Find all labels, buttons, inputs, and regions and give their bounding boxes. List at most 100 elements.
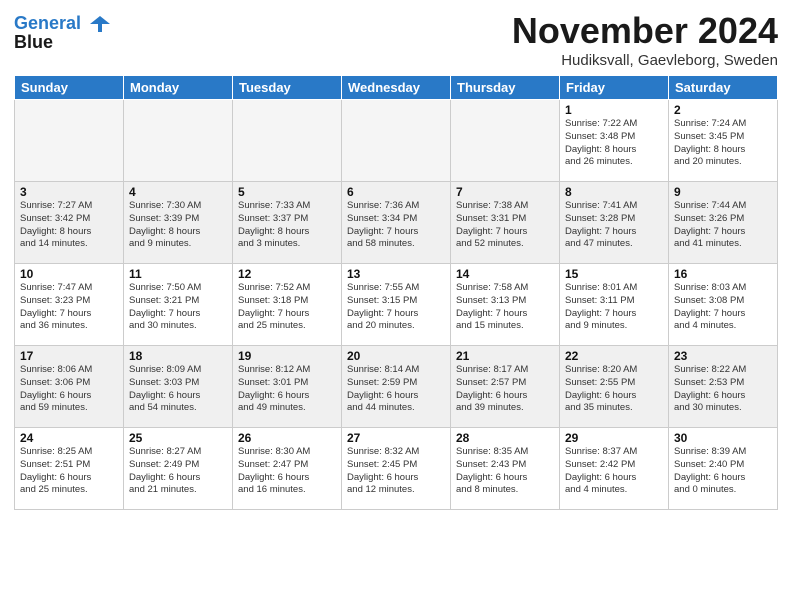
calendar-cell: 28Sunrise: 8:35 AM Sunset: 2:43 PM Dayli…	[451, 428, 560, 510]
col-thursday: Thursday	[451, 76, 560, 100]
calendar-cell: 14Sunrise: 7:58 AM Sunset: 3:13 PM Dayli…	[451, 264, 560, 346]
day-number: 26	[238, 431, 336, 445]
col-sunday: Sunday	[15, 76, 124, 100]
calendar-cell: 17Sunrise: 8:06 AM Sunset: 3:06 PM Dayli…	[15, 346, 124, 428]
logo: General Blue	[14, 14, 110, 53]
cell-daylight-info: Sunrise: 7:52 AM Sunset: 3:18 PM Dayligh…	[238, 282, 336, 333]
day-number: 7	[456, 185, 554, 199]
day-number: 8	[565, 185, 663, 199]
logo-bird-icon	[88, 14, 110, 34]
cell-daylight-info: Sunrise: 8:06 AM Sunset: 3:06 PM Dayligh…	[20, 364, 118, 415]
cell-daylight-info: Sunrise: 7:58 AM Sunset: 3:13 PM Dayligh…	[456, 282, 554, 333]
calendar-cell: 5Sunrise: 7:33 AM Sunset: 3:37 PM Daylig…	[233, 182, 342, 264]
calendar-cell: 29Sunrise: 8:37 AM Sunset: 2:42 PM Dayli…	[560, 428, 669, 510]
day-number: 23	[674, 349, 772, 363]
calendar-cell: 23Sunrise: 8:22 AM Sunset: 2:53 PM Dayli…	[669, 346, 778, 428]
calendar-cell: 8Sunrise: 7:41 AM Sunset: 3:28 PM Daylig…	[560, 182, 669, 264]
calendar-cell: 12Sunrise: 7:52 AM Sunset: 3:18 PM Dayli…	[233, 264, 342, 346]
day-number: 3	[20, 185, 118, 199]
calendar-cell: 3Sunrise: 7:27 AM Sunset: 3:42 PM Daylig…	[15, 182, 124, 264]
cell-daylight-info: Sunrise: 7:41 AM Sunset: 3:28 PM Dayligh…	[565, 200, 663, 251]
cell-daylight-info: Sunrise: 7:33 AM Sunset: 3:37 PM Dayligh…	[238, 200, 336, 251]
col-monday: Monday	[124, 76, 233, 100]
calendar-cell: 27Sunrise: 8:32 AM Sunset: 2:45 PM Dayli…	[342, 428, 451, 510]
cell-daylight-info: Sunrise: 7:22 AM Sunset: 3:48 PM Dayligh…	[565, 118, 663, 169]
calendar-table: Sunday Monday Tuesday Wednesday Thursday…	[14, 75, 778, 510]
day-number: 9	[674, 185, 772, 199]
cell-daylight-info: Sunrise: 8:22 AM Sunset: 2:53 PM Dayligh…	[674, 364, 772, 415]
day-number: 13	[347, 267, 445, 281]
cell-daylight-info: Sunrise: 8:14 AM Sunset: 2:59 PM Dayligh…	[347, 364, 445, 415]
cell-daylight-info: Sunrise: 8:25 AM Sunset: 2:51 PM Dayligh…	[20, 446, 118, 497]
cell-daylight-info: Sunrise: 7:38 AM Sunset: 3:31 PM Dayligh…	[456, 200, 554, 251]
calendar-cell: 16Sunrise: 8:03 AM Sunset: 3:08 PM Dayli…	[669, 264, 778, 346]
calendar-cell: 13Sunrise: 7:55 AM Sunset: 3:15 PM Dayli…	[342, 264, 451, 346]
day-number: 22	[565, 349, 663, 363]
calendar-cell	[15, 100, 124, 182]
day-number: 5	[238, 185, 336, 199]
calendar-week-3: 17Sunrise: 8:06 AM Sunset: 3:06 PM Dayli…	[15, 346, 778, 428]
col-wednesday: Wednesday	[342, 76, 451, 100]
day-number: 10	[20, 267, 118, 281]
day-number: 25	[129, 431, 227, 445]
calendar-cell: 30Sunrise: 8:39 AM Sunset: 2:40 PM Dayli…	[669, 428, 778, 510]
cell-daylight-info: Sunrise: 8:37 AM Sunset: 2:42 PM Dayligh…	[565, 446, 663, 497]
calendar-cell: 21Sunrise: 8:17 AM Sunset: 2:57 PM Dayli…	[451, 346, 560, 428]
location-subtitle: Hudiksvall, Gaevleborg, Sweden	[512, 52, 778, 69]
cell-daylight-info: Sunrise: 8:27 AM Sunset: 2:49 PM Dayligh…	[129, 446, 227, 497]
calendar-cell: 2Sunrise: 7:24 AM Sunset: 3:45 PM Daylig…	[669, 100, 778, 182]
calendar-cell: 20Sunrise: 8:14 AM Sunset: 2:59 PM Dayli…	[342, 346, 451, 428]
page-container: General Blue November 2024 Hudiksvall, G…	[0, 0, 792, 518]
day-number: 4	[129, 185, 227, 199]
cell-daylight-info: Sunrise: 7:30 AM Sunset: 3:39 PM Dayligh…	[129, 200, 227, 251]
cell-daylight-info: Sunrise: 8:09 AM Sunset: 3:03 PM Dayligh…	[129, 364, 227, 415]
calendar-cell: 11Sunrise: 7:50 AM Sunset: 3:21 PM Dayli…	[124, 264, 233, 346]
calendar-cell: 10Sunrise: 7:47 AM Sunset: 3:23 PM Dayli…	[15, 264, 124, 346]
day-number: 1	[565, 103, 663, 117]
day-number: 29	[565, 431, 663, 445]
cell-daylight-info: Sunrise: 7:24 AM Sunset: 3:45 PM Dayligh…	[674, 118, 772, 169]
cell-daylight-info: Sunrise: 8:03 AM Sunset: 3:08 PM Dayligh…	[674, 282, 772, 333]
calendar-cell: 22Sunrise: 8:20 AM Sunset: 2:55 PM Dayli…	[560, 346, 669, 428]
calendar-cell: 7Sunrise: 7:38 AM Sunset: 3:31 PM Daylig…	[451, 182, 560, 264]
calendar-cell: 15Sunrise: 8:01 AM Sunset: 3:11 PM Dayli…	[560, 264, 669, 346]
calendar-cell: 1Sunrise: 7:22 AM Sunset: 3:48 PM Daylig…	[560, 100, 669, 182]
cell-daylight-info: Sunrise: 7:50 AM Sunset: 3:21 PM Dayligh…	[129, 282, 227, 333]
day-number: 21	[456, 349, 554, 363]
col-friday: Friday	[560, 76, 669, 100]
calendar-cell: 18Sunrise: 8:09 AM Sunset: 3:03 PM Dayli…	[124, 346, 233, 428]
day-number: 6	[347, 185, 445, 199]
cell-daylight-info: Sunrise: 7:27 AM Sunset: 3:42 PM Dayligh…	[20, 200, 118, 251]
cell-daylight-info: Sunrise: 8:20 AM Sunset: 2:55 PM Dayligh…	[565, 364, 663, 415]
calendar-cell	[342, 100, 451, 182]
cell-daylight-info: Sunrise: 8:32 AM Sunset: 2:45 PM Dayligh…	[347, 446, 445, 497]
logo-general: General	[14, 13, 81, 33]
logo-text: General	[14, 14, 110, 34]
col-saturday: Saturday	[669, 76, 778, 100]
calendar-cell: 26Sunrise: 8:30 AM Sunset: 2:47 PM Dayli…	[233, 428, 342, 510]
calendar-cell	[451, 100, 560, 182]
day-number: 24	[20, 431, 118, 445]
day-number: 27	[347, 431, 445, 445]
calendar-week-1: 3Sunrise: 7:27 AM Sunset: 3:42 PM Daylig…	[15, 182, 778, 264]
calendar-week-2: 10Sunrise: 7:47 AM Sunset: 3:23 PM Dayli…	[15, 264, 778, 346]
day-number: 14	[456, 267, 554, 281]
calendar-cell: 25Sunrise: 8:27 AM Sunset: 2:49 PM Dayli…	[124, 428, 233, 510]
day-number: 17	[20, 349, 118, 363]
day-number: 16	[674, 267, 772, 281]
calendar-cell: 4Sunrise: 7:30 AM Sunset: 3:39 PM Daylig…	[124, 182, 233, 264]
cell-daylight-info: Sunrise: 8:17 AM Sunset: 2:57 PM Dayligh…	[456, 364, 554, 415]
calendar-cell: 24Sunrise: 8:25 AM Sunset: 2:51 PM Dayli…	[15, 428, 124, 510]
calendar-week-4: 24Sunrise: 8:25 AM Sunset: 2:51 PM Dayli…	[15, 428, 778, 510]
day-number: 18	[129, 349, 227, 363]
logo-blue: Blue	[14, 32, 110, 53]
cell-daylight-info: Sunrise: 7:55 AM Sunset: 3:15 PM Dayligh…	[347, 282, 445, 333]
day-number: 28	[456, 431, 554, 445]
cell-daylight-info: Sunrise: 8:01 AM Sunset: 3:11 PM Dayligh…	[565, 282, 663, 333]
header: General Blue November 2024 Hudiksvall, G…	[14, 10, 778, 69]
cell-daylight-info: Sunrise: 8:35 AM Sunset: 2:43 PM Dayligh…	[456, 446, 554, 497]
col-tuesday: Tuesday	[233, 76, 342, 100]
calendar-week-0: 1Sunrise: 7:22 AM Sunset: 3:48 PM Daylig…	[15, 100, 778, 182]
day-number: 11	[129, 267, 227, 281]
day-number: 30	[674, 431, 772, 445]
